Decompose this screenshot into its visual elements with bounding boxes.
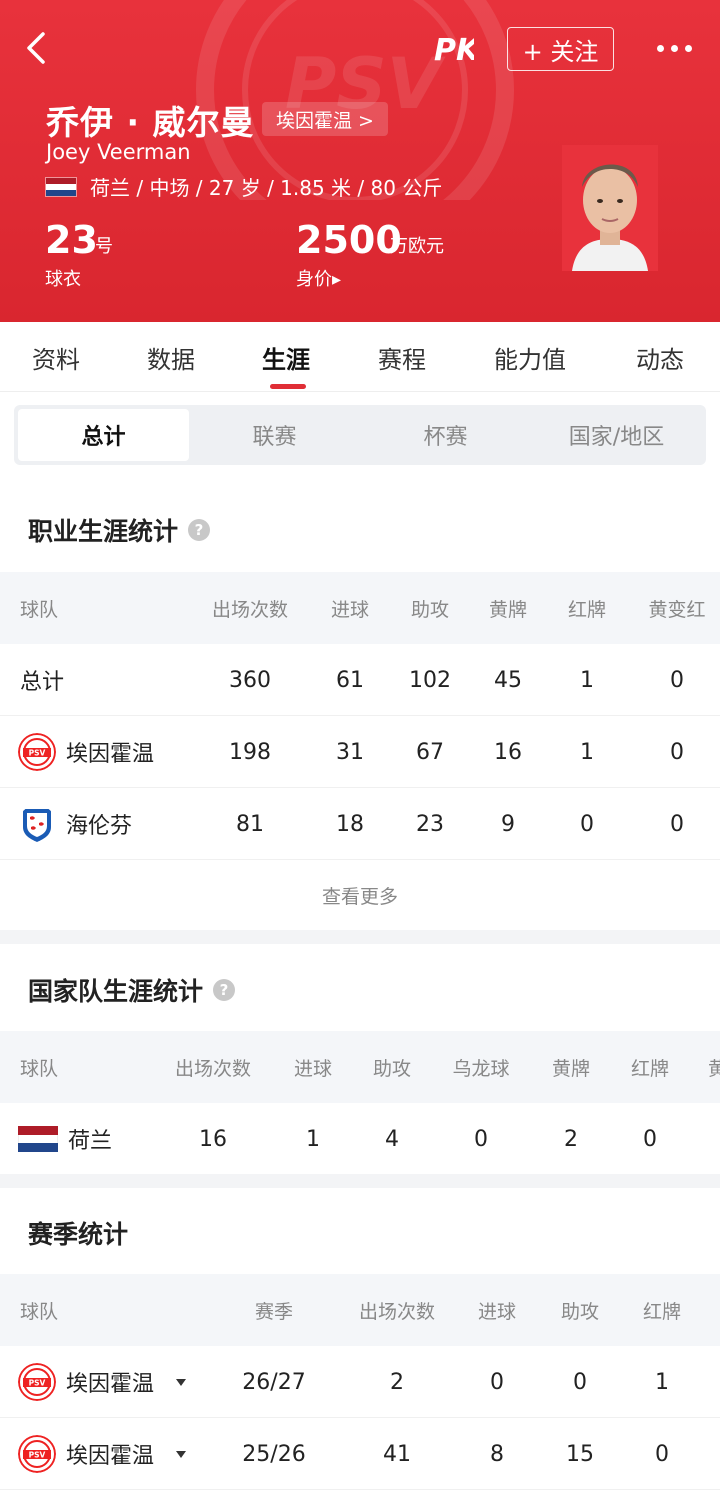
question-icon[interactable]: ? <box>188 519 211 541</box>
player-name-en: Joey Veerman <box>46 140 191 164</box>
competition-segment: 总计 联赛 杯赛 国家/地区 <box>14 405 706 465</box>
table-row[interactable]: 总计 360 61 102 45 1 0 <box>0 644 720 716</box>
national-table: 球队 出场次数 进球 助攻 乌龙球 黄牌 红牌 黄 荷兰 16 1 4 0 2 … <box>0 1031 720 1175</box>
table-row[interactable]: 荷兰 16 1 4 0 2 0 <box>0 1103 720 1175</box>
more-menu-button[interactable] <box>648 28 700 68</box>
shirt-unit: 号 <box>95 236 113 257</box>
pk-logo-icon: PK <box>434 33 474 68</box>
section-divider <box>0 930 720 944</box>
season-section-title: 赛季统计 <box>28 1220 129 1249</box>
table-header: 球队 出场次数 进球 助攻 乌龙球 黄牌 红牌 黄 <box>0 1031 720 1103</box>
heerenveen-badge-icon <box>23 809 51 842</box>
section-divider <box>0 1174 720 1188</box>
tab-profile[interactable]: 资料 <box>32 340 80 375</box>
table-header: 球队 出场次数 进球 助攻 黄牌 红牌 黄变红 <box>0 572 720 644</box>
dropdown-caret-icon[interactable] <box>176 1450 187 1458</box>
player-name-cn: 乔伊 · 威尔曼 <box>46 103 255 142</box>
back-button[interactable] <box>16 28 56 68</box>
psv-badge-icon: PSV <box>18 1363 56 1401</box>
follow-button[interactable]: + 关注 <box>507 27 614 71</box>
netherlands-flag-icon <box>18 1126 58 1153</box>
table-row[interactable]: PSV 埃因霍温 26/27 2 0 0 1 <box>0 1346 720 1418</box>
segment-cup[interactable]: 杯赛 <box>360 409 531 461</box>
market-value-number: 2500 <box>296 218 402 262</box>
back-arrow-icon <box>27 32 45 64</box>
table-row[interactable]: 海伦芬 81 18 23 9 0 0 <box>0 788 720 860</box>
national-section-title: 国家队生涯统计 ? <box>28 972 236 1008</box>
career-table: 球队 出场次数 进球 助攻 黄牌 红牌 黄变红 总计 360 61 102 45… <box>0 572 720 860</box>
tab-schedule[interactable]: 赛程 <box>378 340 426 375</box>
segment-league[interactable]: 联赛 <box>189 409 360 461</box>
psv-badge-icon: PSV <box>18 733 56 771</box>
player-profile-line: 荷兰 / 中场 / 27 岁 / 1.85 米 / 80 公斤 <box>90 176 443 200</box>
more-dots-icon <box>656 44 664 52</box>
shirt-number: 23 <box>45 218 98 262</box>
tab-career[interactable]: 生涯 <box>262 340 310 375</box>
tab-stats[interactable]: 数据 <box>147 340 195 375</box>
svg-text:PSV: PSV <box>29 1451 46 1460</box>
main-tabs: 资料 数据 生涯 赛程 能力值 动态 <box>0 322 720 392</box>
table-row[interactable]: PSV 埃因霍温 25/26 41 8 15 0 <box>0 1418 720 1490</box>
season-table: 球队 赛季 出场次数 进球 助攻 红牌 PSV 埃因霍温 26/27 2 0 0… <box>0 1274 720 1490</box>
career-section-title: 职业生涯统计 ? <box>28 512 211 548</box>
market-value-unit: 万欧元 <box>390 236 444 257</box>
table-header: 球队 赛季 出场次数 进球 助攻 红牌 <box>0 1274 720 1346</box>
tab-news[interactable]: 动态 <box>636 340 684 375</box>
table-row[interactable]: PSV 埃因霍温 198 31 67 16 1 0 <box>0 716 720 788</box>
svg-text:PSV: PSV <box>29 1379 46 1388</box>
segment-total[interactable]: 总计 <box>18 409 189 461</box>
svg-text:PK: PK <box>434 33 474 68</box>
player-header: PSV PK + 关注 乔伊 · 威尔曼 埃因霍温 > Joey Veerman… <box>0 0 720 322</box>
club-link[interactable]: 埃因霍温 > <box>262 102 388 136</box>
dropdown-caret-icon[interactable] <box>176 1378 187 1386</box>
netherlands-flag-icon <box>45 177 77 197</box>
psv-badge-icon: PSV <box>18 1435 56 1473</box>
player-portrait <box>562 145 658 271</box>
svg-text:PSV: PSV <box>29 749 46 758</box>
segment-national[interactable]: 国家/地区 <box>531 409 702 461</box>
market-value-link[interactable]: 身价▸ <box>296 265 341 291</box>
active-tab-indicator <box>270 384 306 389</box>
tab-ability[interactable]: 能力值 <box>494 340 566 375</box>
shirt-label: 球衣 <box>45 269 81 290</box>
view-more-link[interactable]: 查看更多 <box>0 860 720 930</box>
question-icon[interactable]: ? <box>213 979 236 1001</box>
